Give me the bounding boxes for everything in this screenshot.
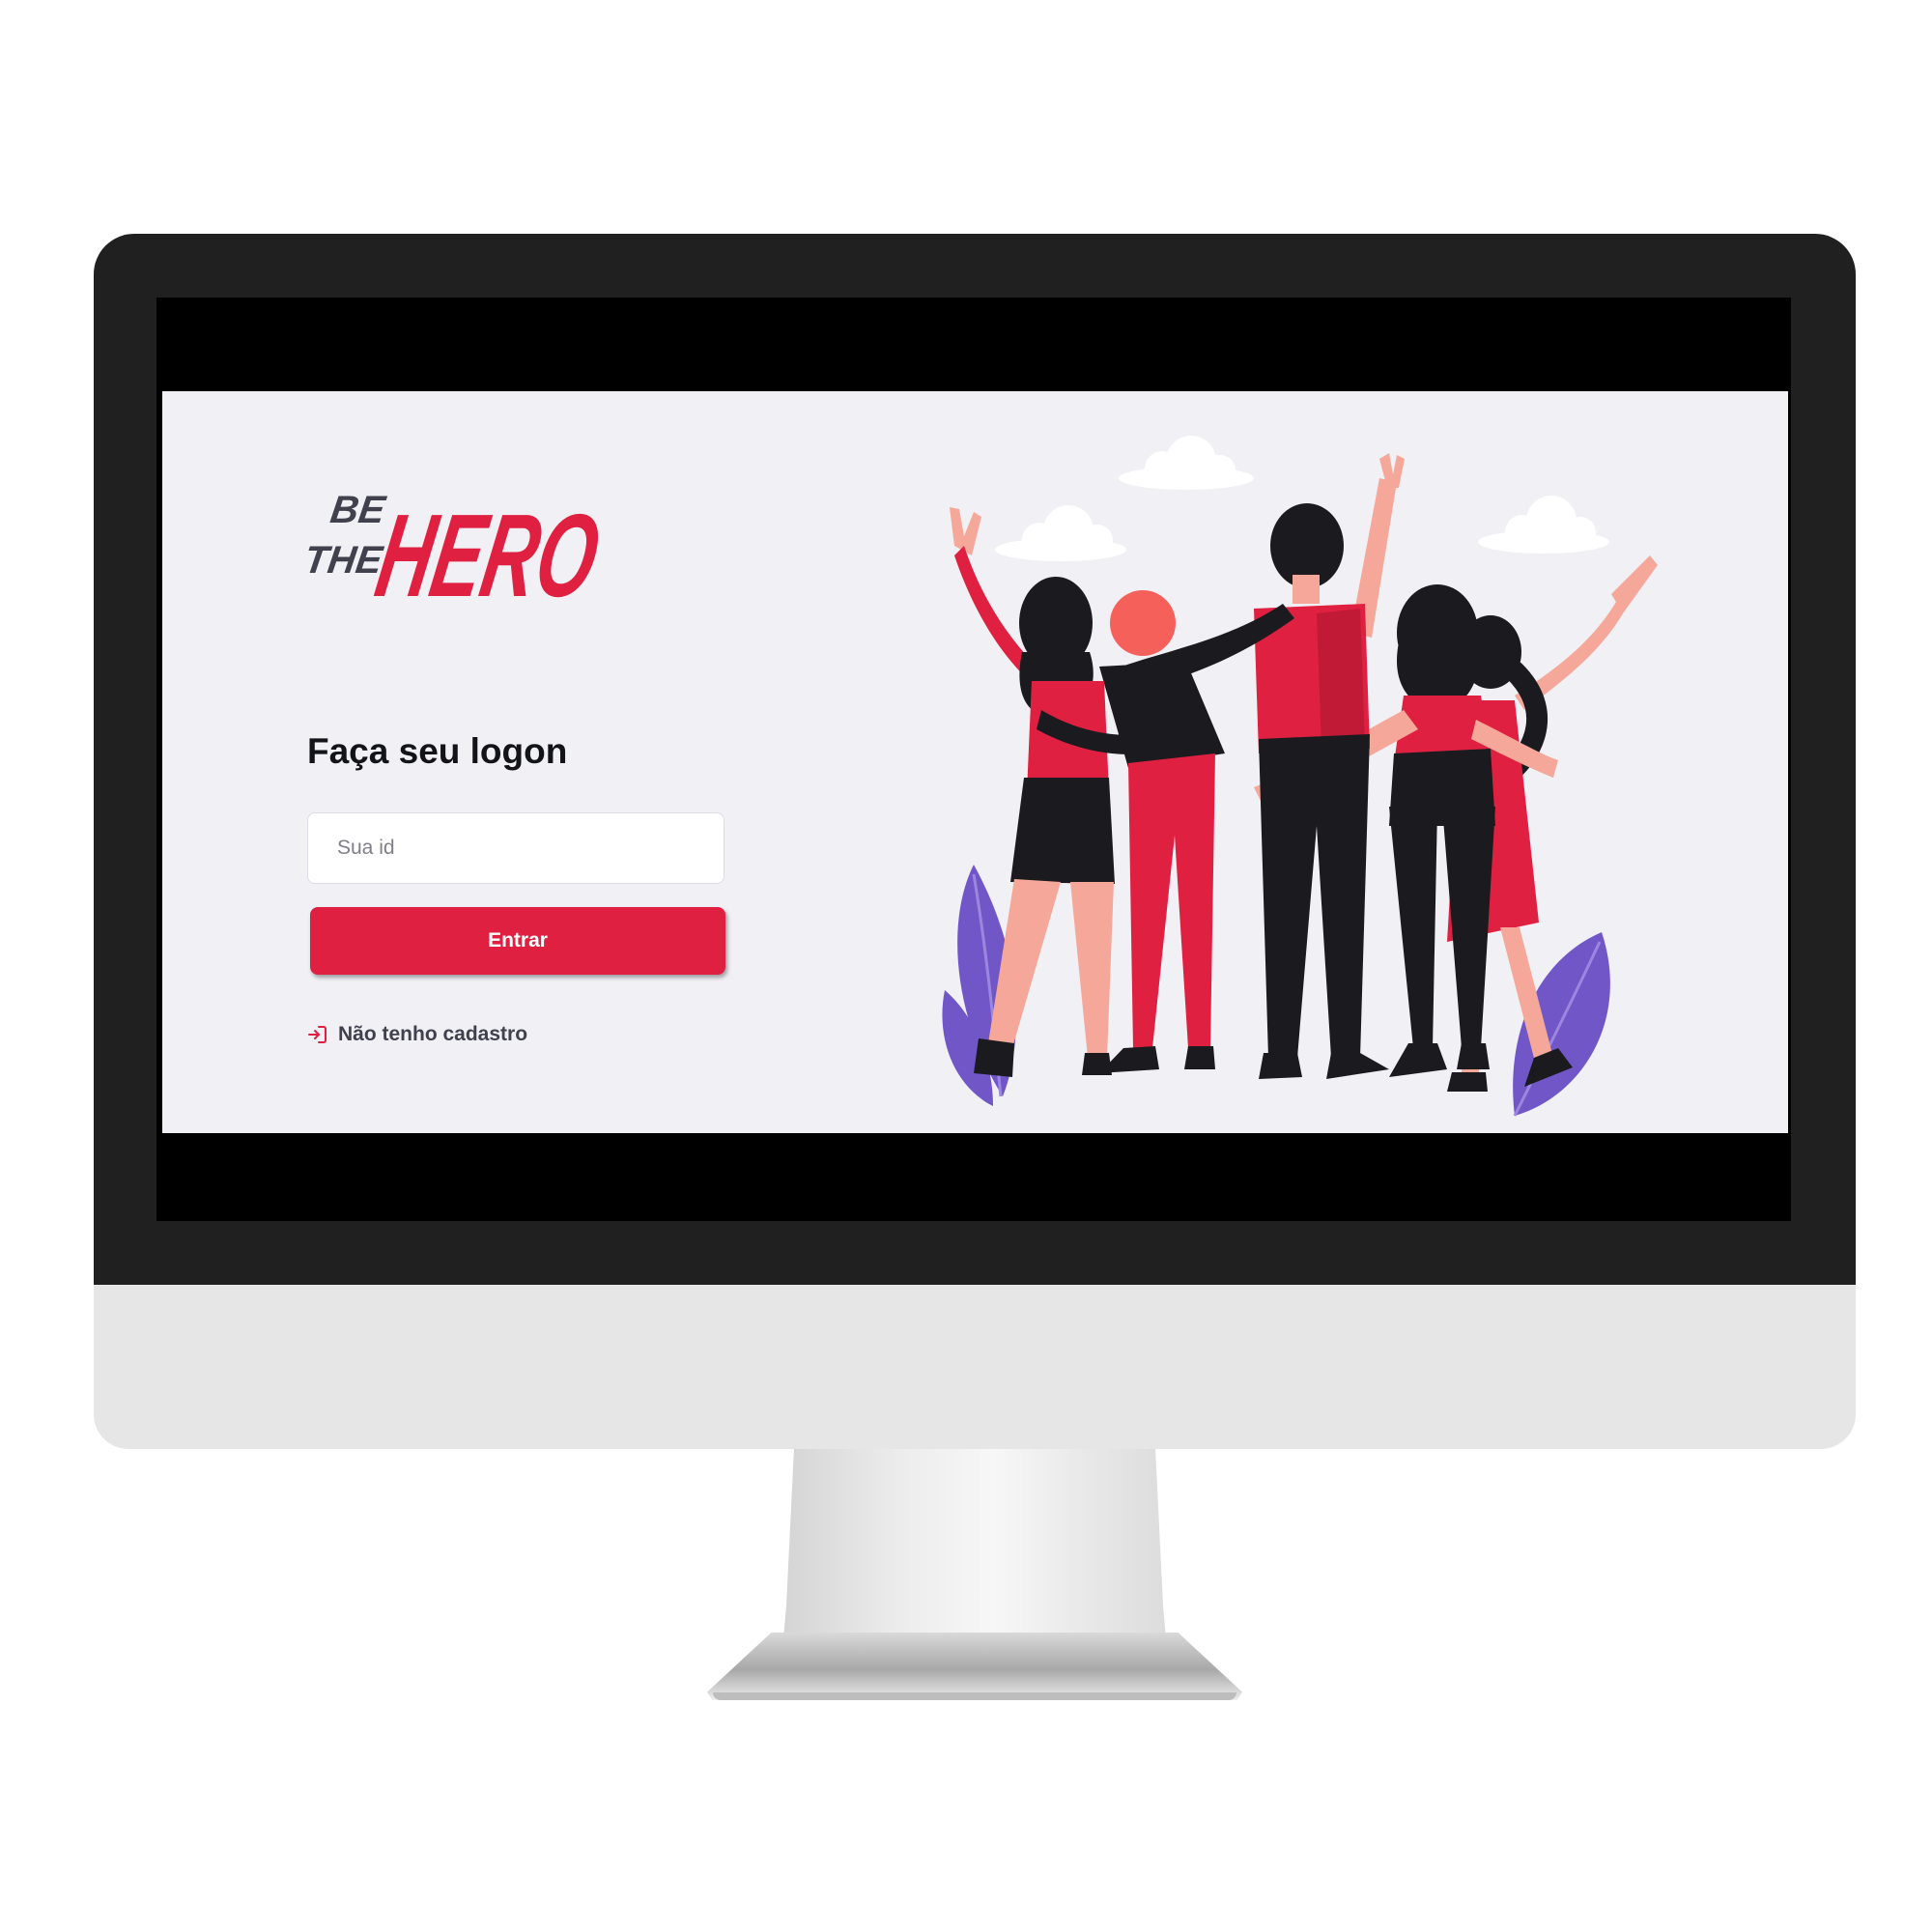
be-the-hero-logo: BE THE HERO <box>307 488 609 612</box>
logo-text-be: BE <box>327 488 388 531</box>
login-button[interactable]: Entrar <box>310 907 725 975</box>
monitor-stand-edge <box>713 1692 1236 1700</box>
page-title: Faça seu logon <box>307 731 568 771</box>
register-link-label: Não tenho cadastro <box>338 1023 528 1045</box>
heroes-illustration <box>942 436 1658 1117</box>
monitor-chin <box>94 1285 1856 1449</box>
logon-page: BE THE HERO Faça seu logon Entrar Não te… <box>162 391 1788 1133</box>
logo-text-the: THE <box>307 538 386 582</box>
person-shape <box>1254 453 1405 1079</box>
user-id-input[interactable] <box>307 812 724 884</box>
cloud-shape <box>1119 436 1254 490</box>
logo-text-hero: HERO <box>368 491 609 612</box>
cloud-shape <box>1478 496 1609 554</box>
monitor-stand-neck <box>782 1449 1167 1650</box>
monitor-stand-base <box>707 1633 1242 1700</box>
log-in-icon <box>307 1024 328 1045</box>
cloud-shape <box>995 505 1126 561</box>
register-link[interactable]: Não tenho cadastro <box>307 1023 527 1046</box>
